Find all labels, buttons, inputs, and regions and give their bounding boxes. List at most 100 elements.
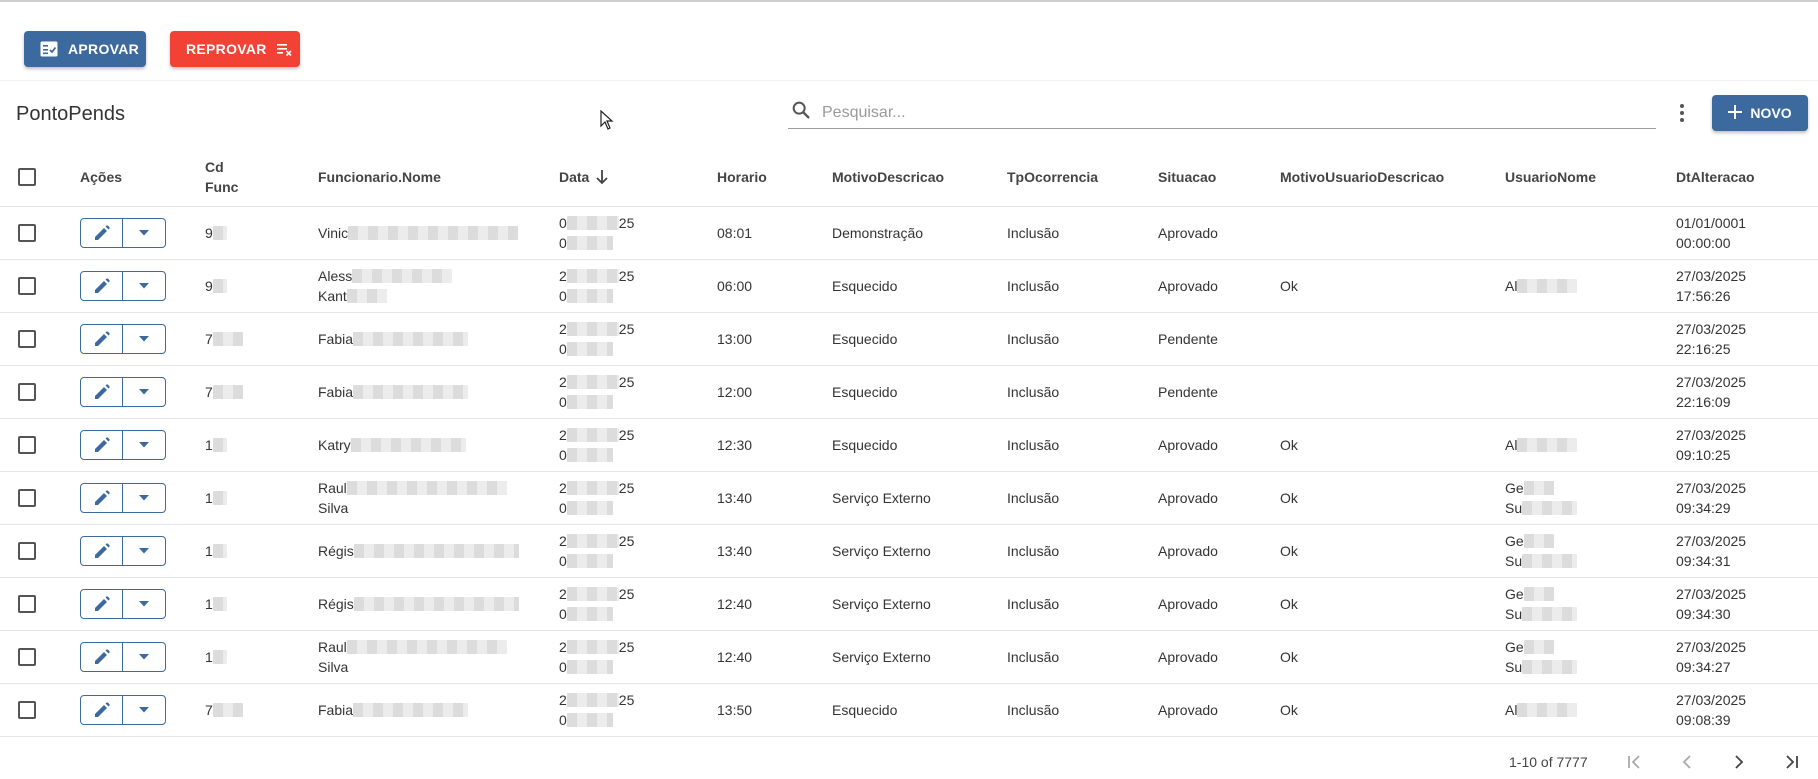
pencil-icon[interactable] <box>81 272 123 300</box>
row-checkbox[interactable] <box>18 595 36 613</box>
row-actions-cell <box>80 631 166 683</box>
row-usuario-nome: Al <box>1505 419 1578 471</box>
table-row[interactable]: 7 Fabia 2 25 0 12:00 Esquecido Inclusão Pendente… <box>0 366 1818 419</box>
first-page-icon[interactable] <box>1623 750 1647 774</box>
redacted-name <box>353 385 469 399</box>
data-line1: 2 25 <box>559 319 634 339</box>
row-select-cell <box>18 313 36 365</box>
caret-down-icon[interactable] <box>123 378 165 406</box>
row-tp-ocorrencia: Inclusão <box>1007 525 1059 577</box>
pencil-icon[interactable] <box>81 219 123 247</box>
dt-alteracao-time: 00:00:00 <box>1676 235 1731 251</box>
header-funcionario[interactable]: Funcionario.Nome <box>318 147 441 206</box>
row-checkbox[interactable] <box>18 436 36 454</box>
table-row[interactable]: 1 Katry 2 25 0 12:30 Esquecido Inclusão Aprovado… <box>0 419 1818 472</box>
table-row[interactable]: 1 Raul Silva 2 25 0 13:40 Serviço Externo Inclus… <box>0 472 1818 525</box>
pencil-icon[interactable] <box>81 378 123 406</box>
next-page-icon[interactable] <box>1727 750 1751 774</box>
redacted-time <box>566 713 613 727</box>
header-acoes[interactable]: Ações <box>80 147 122 206</box>
table-row[interactable]: 9 Aless Kant 2 25 0 06:00 Esquecido Inclusão Apro… <box>0 260 1818 313</box>
prev-page-icon[interactable] <box>1675 750 1699 774</box>
row-tp-ocorrencia: Inclusão <box>1007 313 1059 365</box>
table-row[interactable]: 7 Fabia 2 25 0 13:50 Esquecido Inclusão Aprovado… <box>0 684 1818 737</box>
data-day: 2 <box>559 692 567 708</box>
table-row[interactable]: 7 Fabia 2 25 0 13:00 Esquecido Inclusão Pendente… <box>0 313 1818 366</box>
data-day: 0 <box>559 215 567 231</box>
reject-button[interactable]: REPROVAR <box>170 31 300 67</box>
row-checkbox[interactable] <box>18 489 36 507</box>
header-data[interactable]: Data <box>559 147 609 206</box>
dt-alteracao-date: 01/01/0001 <box>1676 215 1747 231</box>
header-tp-ocorrencia[interactable]: TpOcorrencia <box>1007 147 1098 206</box>
select-all-checkbox[interactable] <box>18 167 36 186</box>
row-checkbox[interactable] <box>18 383 36 401</box>
header-motivo-usuario[interactable]: MotivoUsuarioDescricao <box>1280 147 1444 206</box>
header-motivo[interactable]: MotivoDescricao <box>832 147 944 206</box>
cd-func-value: 9 <box>205 278 213 294</box>
funcionario-name: Fabia <box>318 331 354 347</box>
row-checkbox[interactable] <box>18 330 36 348</box>
header-horario[interactable]: Horario <box>717 147 767 206</box>
row-checkbox[interactable] <box>18 648 36 666</box>
redacted-cd <box>212 650 227 664</box>
search-input[interactable] <box>822 103 1642 122</box>
approve-button[interactable]: APROVAR <box>24 31 146 67</box>
caret-down-icon[interactable] <box>123 431 165 459</box>
row-dt-alteracao: 27/03/2025 09:08:39 <box>1676 684 1746 736</box>
pencil-icon[interactable] <box>81 325 123 353</box>
row-tp-ocorrencia: Inclusão <box>1007 207 1059 259</box>
situacao-value: Aprovado <box>1158 596 1218 612</box>
funcionario-line1: Vinic <box>318 223 519 243</box>
pencil-icon[interactable] <box>81 537 123 565</box>
data-line2: 0 <box>559 445 613 465</box>
caret-down-icon[interactable] <box>123 643 165 671</box>
header-usuario-nome[interactable]: UsuarioNome <box>1505 147 1596 206</box>
motivo-usuario-value: Ok <box>1280 437 1298 453</box>
caret-down-icon[interactable] <box>123 696 165 724</box>
caret-down-icon[interactable] <box>123 219 165 247</box>
redacted-name <box>353 703 469 717</box>
table-row[interactable]: 1 Régis 2 25 0 13:40 Serviço Externo Inclusão Ap… <box>0 525 1818 578</box>
pencil-icon[interactable] <box>81 643 123 671</box>
dt-alteracao-time: 22:16:09 <box>1676 394 1731 410</box>
situacao-value: Aprovado <box>1158 225 1218 241</box>
row-action-split-button <box>80 324 166 354</box>
row-checkbox[interactable] <box>18 224 36 242</box>
redacted-time <box>566 342 613 356</box>
caret-down-icon[interactable] <box>123 537 165 565</box>
redacted-date <box>566 693 619 707</box>
caret-down-icon[interactable] <box>123 325 165 353</box>
caret-down-icon[interactable] <box>123 590 165 618</box>
row-motivo-usuario: Ok <box>1280 260 1298 312</box>
pencil-icon[interactable] <box>81 696 123 724</box>
table-row[interactable]: 1 Raul Silva 2 25 0 12:40 Serviço Externo Inclus… <box>0 631 1818 684</box>
row-checkbox[interactable] <box>18 701 36 719</box>
cd-func-value: 1 <box>205 596 213 612</box>
row-select-cell <box>18 472 36 524</box>
caret-down-icon[interactable] <box>123 484 165 512</box>
table-row[interactable]: 1 Régis 2 25 0 12:40 Serviço Externo Inclusão Ap… <box>0 578 1818 631</box>
row-motivo: Esquecido <box>832 684 897 736</box>
more-vertical-icon[interactable] <box>1670 101 1694 125</box>
row-checkbox[interactable] <box>18 277 36 295</box>
usuario-line2: Su <box>1505 657 1578 677</box>
pencil-icon[interactable] <box>81 431 123 459</box>
row-data: 2 25 0 <box>559 578 634 630</box>
last-page-icon[interactable] <box>1779 750 1803 774</box>
header-cd-func[interactable]: Cd Func <box>205 147 238 206</box>
data-line1: 2 25 <box>559 372 634 392</box>
data-line2: 0 <box>559 551 613 571</box>
row-funcionario: Fabia <box>318 313 469 365</box>
table-row[interactable]: 9 Vinic 0 25 0 08:01 Demonstração Inclusão Aprov… <box>0 207 1818 260</box>
caret-down-icon[interactable] <box>123 272 165 300</box>
row-select-cell <box>18 419 36 471</box>
data-day: 2 <box>559 533 567 549</box>
row-motivo-usuario: Ok <box>1280 578 1298 630</box>
row-checkbox[interactable] <box>18 542 36 560</box>
header-situacao[interactable]: Situacao <box>1158 147 1216 206</box>
header-dt-alteracao[interactable]: DtAlteracao <box>1676 147 1755 206</box>
pencil-icon[interactable] <box>81 484 123 512</box>
pencil-icon[interactable] <box>81 590 123 618</box>
new-button[interactable]: NOVO <box>1712 95 1808 131</box>
